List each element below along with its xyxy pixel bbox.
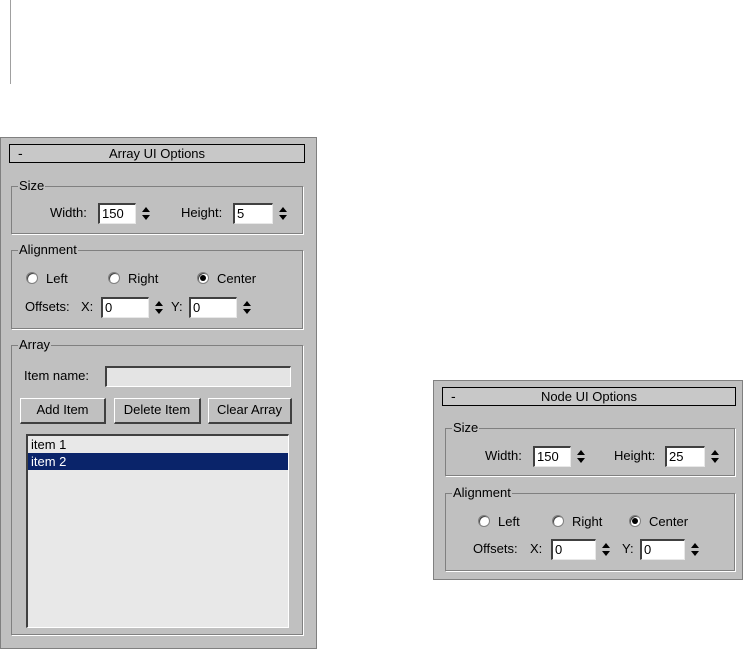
x-label: X: [81, 299, 94, 314]
array-legend: Array [18, 337, 52, 353]
offsets-label: Offsets: [25, 299, 70, 314]
spinner-arrows-icon[interactable] [276, 203, 290, 224]
radio-center-icon[interactable] [629, 515, 641, 527]
item-name-input[interactable] [105, 366, 291, 387]
width-label: Width: [485, 448, 522, 463]
offset-y-spinner[interactable]: 0 [640, 539, 702, 560]
list-item[interactable]: item 1 [28, 436, 288, 453]
list-item-selected[interactable]: item 2 [28, 453, 288, 470]
x-label: X: [530, 541, 543, 556]
radio-right-label: Right [572, 513, 603, 529]
offset-y-input[interactable]: 0 [640, 539, 685, 560]
divider-line [10, 0, 11, 84]
y-label: Y: [622, 541, 634, 556]
array-listbox[interactable]: item 1 item 2 [26, 434, 289, 628]
clear-array-button[interactable]: Clear Array [208, 398, 292, 424]
spinner-arrows-icon[interactable] [574, 446, 588, 467]
radio-right[interactable]: Right [552, 512, 602, 530]
offset-y-input[interactable]: 0 [189, 297, 237, 318]
spinner-arrows-icon[interactable] [599, 539, 613, 560]
radio-right[interactable]: Right [108, 269, 158, 287]
size-group: Size Width: 150 Height: 25 [445, 420, 735, 476]
height-spinner[interactable]: 5 [233, 203, 290, 224]
offset-y-spinner[interactable]: 0 [189, 297, 254, 318]
width-input[interactable]: 150 [98, 203, 136, 224]
width-spinner[interactable]: 150 [533, 446, 588, 467]
panel-title: Array UI Options [108, 146, 206, 161]
spinner-arrows-icon[interactable] [152, 297, 166, 318]
size-legend: Size [452, 420, 480, 436]
height-input[interactable]: 5 [233, 203, 273, 224]
y-label: Y: [171, 299, 183, 314]
alignment-legend: Alignment [18, 242, 78, 258]
offset-x-input[interactable]: 0 [101, 297, 149, 318]
radio-center[interactable]: Center [629, 512, 688, 530]
width-label: Width: [50, 205, 87, 220]
spinner-arrows-icon[interactable] [139, 203, 153, 224]
offset-x-spinner[interactable]: 0 [101, 297, 166, 318]
width-spinner[interactable]: 150 [98, 203, 153, 224]
radio-left-label: Left [498, 513, 520, 529]
offsets-label: Offsets: [473, 541, 518, 556]
radio-center[interactable]: Center [197, 269, 256, 287]
spinner-arrows-icon[interactable] [240, 297, 254, 318]
size-group: Size Width: 150 Height: 5 [11, 178, 303, 234]
alignment-legend: Alignment [452, 485, 512, 501]
height-label: Height: [614, 448, 656, 463]
width-input[interactable]: 150 [533, 446, 571, 467]
alignment-group: Alignment Left Right Center Offsets: X: … [11, 242, 303, 329]
radio-center-label: Center [649, 513, 689, 529]
height-input[interactable]: 25 [665, 446, 705, 467]
height-spinner[interactable]: 25 [665, 446, 722, 467]
radio-center-label: Center [217, 270, 257, 286]
spinner-arrows-icon[interactable] [688, 539, 702, 560]
radio-right-label: Right [128, 270, 159, 286]
height-label: Height: [181, 205, 223, 220]
radio-right-icon[interactable] [108, 272, 120, 284]
array-panel-title-bar[interactable]: - Array UI Options [9, 144, 305, 163]
offset-x-spinner[interactable]: 0 [551, 539, 613, 560]
delete-item-button[interactable]: Delete Item [114, 398, 201, 424]
offset-x-input[interactable]: 0 [551, 539, 596, 560]
radio-left-icon[interactable] [26, 272, 38, 284]
radio-left-label: Left [46, 270, 68, 286]
radio-left[interactable]: Left [478, 512, 520, 530]
alignment-group: Alignment Left Right Center Offsets: X: … [445, 485, 735, 571]
panel-title: Node UI Options [540, 389, 638, 404]
item-name-label: Item name: [24, 368, 90, 383]
array-group: Array Item name: Add Item Delete Item Cl… [11, 337, 303, 635]
radio-left[interactable]: Left [26, 269, 68, 287]
radio-left-icon[interactable] [478, 515, 490, 527]
node-panel-title-bar[interactable]: - Node UI Options [442, 387, 736, 406]
spinner-arrows-icon[interactable] [708, 446, 722, 467]
radio-center-icon[interactable] [197, 272, 209, 284]
size-legend: Size [18, 178, 46, 194]
radio-right-icon[interactable] [552, 515, 564, 527]
array-ui-options-panel: - Array UI Options Size Width: 150 Heigh… [0, 137, 317, 649]
collapse-icon[interactable]: - [18, 145, 23, 162]
node-ui-options-panel: - Node UI Options Size Width: 150 Height… [433, 380, 743, 580]
add-item-button[interactable]: Add Item [20, 398, 106, 424]
collapse-icon[interactable]: - [451, 388, 456, 405]
